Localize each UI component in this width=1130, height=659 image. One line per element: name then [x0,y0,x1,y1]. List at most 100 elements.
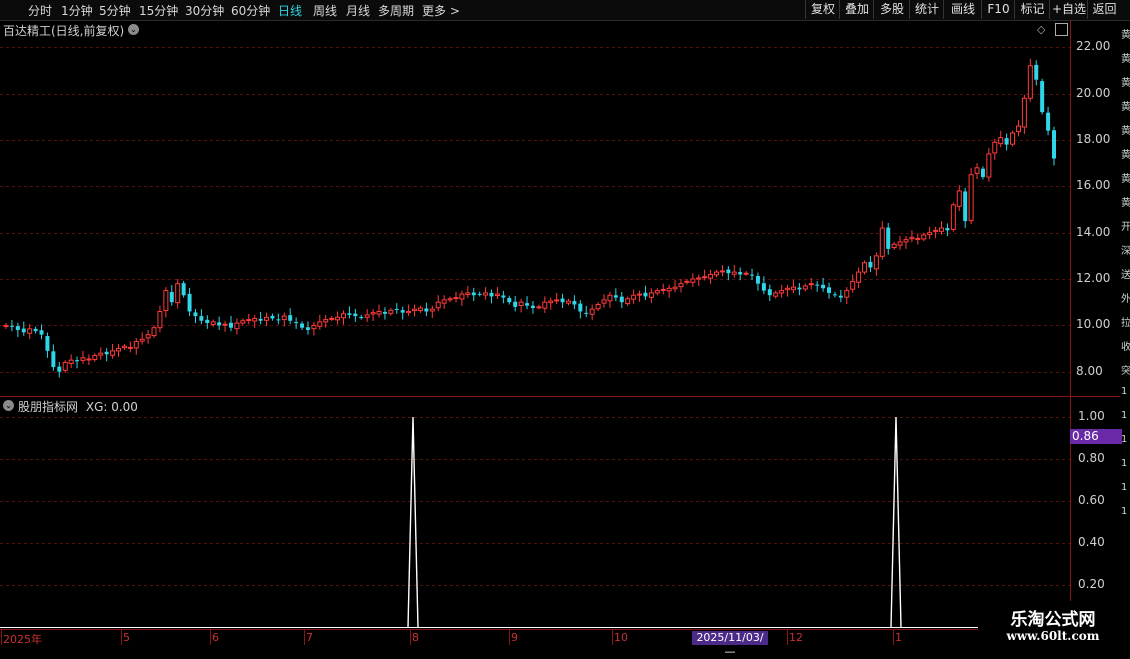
candle-body [856,271,862,283]
candle-body [264,316,270,321]
candle-body [986,153,992,178]
candle-body [844,290,850,298]
candle-body [542,301,548,309]
candle-body [968,174,974,222]
candle-body [678,283,684,288]
indicator-tick-label: 0.20 [1078,577,1105,591]
time-tick-label: 9 [511,631,518,644]
candle-body [1015,125,1021,133]
side-panel-char: 黄 [1121,198,1130,209]
indicator-toggle-chevron-icon[interactable]: ⌄ [3,400,14,411]
candle-body [412,308,418,312]
candle-body [501,295,506,298]
candle-body [743,272,749,275]
time-tick-label: 12 [789,631,803,644]
candle-body [157,310,163,329]
candle-body [9,325,14,327]
candle-body [353,313,358,317]
side-panel-strip[interactable]: 黄黄黄黄黄黄黄黄开深送外拉收突111111 [1120,20,1130,630]
candle-body [210,321,216,325]
candle-body [832,294,837,296]
candle-body [240,320,246,324]
candle-body [62,361,68,371]
candle-body [808,283,814,286]
candle-body [726,269,731,274]
indicator-tick-label: 1.00 [1078,409,1105,423]
candle-body [850,280,856,290]
candle-body [815,284,820,286]
time-tick-label: 8 [412,631,419,644]
candle-body [980,168,985,178]
side-panel-char: 收 [1121,342,1130,353]
candle-body [435,301,441,309]
candle-body [684,280,690,283]
candle-body [548,300,554,304]
time-tick-label: 5 [123,631,130,644]
candle-body [417,307,423,312]
candle-body [1021,97,1027,128]
candle-body [731,271,737,275]
candle-body [797,287,802,290]
candle-body [939,227,945,232]
candle-body [45,336,50,351]
candle-body [654,290,660,294]
candle-body [406,310,412,314]
candle-body [518,301,524,306]
candle-body [625,298,631,305]
candle-body [252,317,258,322]
candle-body [104,351,109,355]
candle-body [270,315,275,319]
candle-body [666,287,672,292]
candle-body [51,351,56,368]
candle-body [998,137,1004,145]
chart-grid [0,20,1120,645]
candle-body [359,317,364,319]
candle-body [453,297,459,300]
candle-body [335,316,341,321]
candle-body [607,294,613,302]
candle-body [631,294,637,300]
candle-body [643,292,648,297]
candle-body [234,322,240,330]
candle-body [246,319,252,322]
candle-body [909,236,915,240]
chart-area[interactable] [0,0,1130,650]
candle-body [193,312,198,317]
price-tick-label: 18.00 [1076,131,1111,146]
candle-body [589,308,595,315]
candle-body [441,299,447,304]
candle-body [145,334,151,339]
indicator-series-value: XG: 0.00 [85,400,138,414]
side-panel-char: 深 [1121,246,1130,257]
watermark: 乐淘公式网 www.60lt.com [978,601,1128,649]
candle-body [1034,64,1039,80]
candle-body [388,309,394,314]
candle-body [565,300,571,304]
candle-body [115,348,121,352]
candle-body [530,305,535,308]
side-panel-char: 开 [1121,222,1130,233]
candle-body [294,322,299,324]
price-tick-label: 14.00 [1076,224,1111,239]
candle-body [560,298,565,303]
candle-body [465,292,471,296]
candle-body [424,308,429,312]
candle-body [838,295,843,298]
candle-body [471,292,476,296]
candle-body [572,301,577,305]
candle-body [868,261,873,268]
candle-body [974,167,980,174]
candle-body [98,352,104,356]
candle-body [1004,138,1009,145]
candle-body [394,308,399,310]
time-tick-label: 6 [212,631,219,644]
watermark-title: 乐淘公式网 [1010,610,1096,630]
candle-body [873,255,879,270]
candle-body [637,293,643,296]
side-panel-char: 黄 [1121,174,1130,185]
candle-body [915,237,921,240]
candle-body [340,313,346,319]
candle-body [578,303,583,312]
candle-body [68,359,74,364]
candle-body [886,227,891,249]
